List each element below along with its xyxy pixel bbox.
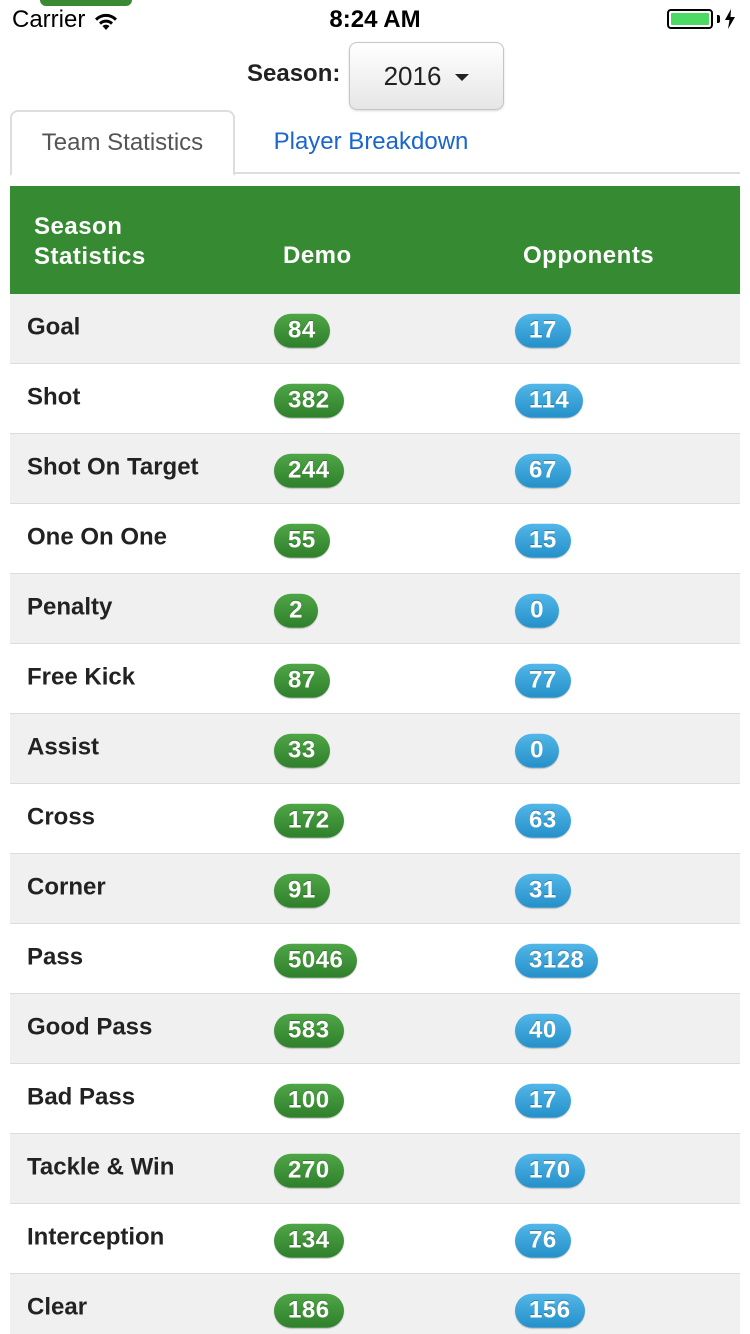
opponents-value-badge: 0: [515, 593, 559, 628]
demo-value-badge: 134: [274, 1223, 344, 1258]
header-opponents: Opponents: [523, 242, 655, 269]
tab-player-breakdown[interactable]: Player Breakdown: [235, 110, 507, 174]
table-row: Tackle & Win 270 170: [10, 1134, 740, 1204]
demo-value-badge: 244: [274, 453, 344, 488]
tab-team-statistics[interactable]: Team Statistics: [10, 110, 235, 176]
demo-value-badge: 33: [274, 733, 330, 768]
opponents-value-badge: 31: [515, 873, 571, 908]
table-row: Shot On Target 244 67: [10, 434, 740, 504]
stat-label: One On One: [27, 523, 168, 551]
opponents-value-badge: 77: [515, 663, 571, 698]
season-statistics-table: Season Statistics Demo Opponents Goal 84 1…: [10, 186, 740, 1334]
table-row: Shot 382 114: [10, 364, 740, 434]
stat-label: Cross: [27, 803, 96, 831]
demo-value-badge: 270: [274, 1153, 344, 1188]
season-dropdown[interactable]: 2016: [349, 42, 504, 110]
tab-bar: Team Statistics Player Breakdown: [10, 110, 740, 176]
table-row: Free Kick 87 77: [10, 644, 740, 714]
table-row: Good Pass 583 40: [10, 994, 740, 1064]
opponents-value-badge: 17: [515, 1083, 571, 1118]
table-row: Pass 5046 3128: [10, 924, 740, 994]
stat-label: Clear: [27, 1293, 88, 1321]
demo-value-badge: 5046: [274, 943, 358, 978]
table-row: Interception 134 76: [10, 1204, 740, 1274]
table-header: Season Statistics Demo Opponents: [10, 186, 740, 294]
opponents-value-badge: 67: [515, 453, 571, 488]
header-season-statistics: Season Statistics: [34, 213, 146, 270]
demo-value-badge: 87: [274, 663, 330, 698]
charging-bolt-icon: [725, 9, 735, 29]
demo-value-badge: 2: [274, 593, 318, 628]
opponents-value-badge: 170: [515, 1153, 585, 1188]
opponents-value-badge: 76: [515, 1223, 571, 1258]
stat-label: Penalty: [27, 593, 113, 621]
demo-value-badge: 55: [274, 523, 330, 558]
stat-label: Bad Pass: [27, 1083, 136, 1111]
season-selector-row: Season: 2016: [0, 42, 750, 110]
stat-label: Interception: [27, 1223, 165, 1251]
stat-label: Shot On Target: [27, 453, 199, 481]
opponents-value-badge: 40: [515, 1013, 571, 1048]
stat-label: Corner: [27, 873, 106, 901]
demo-value-badge: 91: [274, 873, 330, 908]
stat-label: Free Kick: [27, 663, 136, 691]
opponents-value-badge: 114: [515, 383, 584, 418]
stat-label: Tackle & Win: [27, 1153, 175, 1181]
opponents-value-badge: 17: [515, 313, 571, 348]
table-body: Goal 84 17 Shot 382 114 Shot On Target 244 67 One…: [10, 294, 740, 1334]
stat-label: Goal: [27, 313, 81, 341]
demo-value-badge: 172: [274, 803, 344, 838]
opponents-value-badge: 156: [515, 1293, 585, 1328]
opponents-value-badge: 0: [515, 733, 559, 768]
table-row: Assist 33 0: [10, 714, 740, 784]
table-row: Cross 172 63: [10, 784, 740, 854]
demo-value-badge: 382: [274, 383, 344, 418]
table-row: Penalty 2 0: [10, 574, 740, 644]
table-row: One On One 55 15: [10, 504, 740, 574]
demo-value-badge: 583: [274, 1013, 344, 1048]
table-row: Bad Pass 100 17: [10, 1064, 740, 1134]
header-demo: Demo: [283, 242, 352, 269]
chevron-down-icon: [455, 74, 470, 81]
demo-value-badge: 100: [274, 1083, 344, 1118]
stat-label: Shot: [27, 383, 81, 411]
stat-label: Pass: [27, 943, 84, 971]
status-time: 8:24 AM: [329, 6, 421, 33]
demo-value-badge: 84: [274, 313, 330, 348]
opponents-value-badge: 3128: [515, 943, 599, 978]
opponents-value-badge: 63: [515, 803, 571, 838]
table-row: Goal 84 17: [10, 294, 740, 364]
status-bar: Carrier 8:24 AM: [0, 0, 750, 40]
battery-icon: [667, 9, 713, 29]
stat-label: Good Pass: [27, 1013, 153, 1041]
stat-label: Assist: [27, 733, 100, 761]
opponents-value-badge: 15: [515, 523, 571, 558]
table-row: Corner 91 31: [10, 854, 740, 924]
table-row: Clear 186 156: [10, 1274, 740, 1334]
battery-indicator: [667, 9, 736, 29]
season-label: Season:: [247, 60, 341, 87]
demo-value-badge: 186: [274, 1293, 344, 1328]
season-selected-value: 2016: [383, 60, 442, 91]
